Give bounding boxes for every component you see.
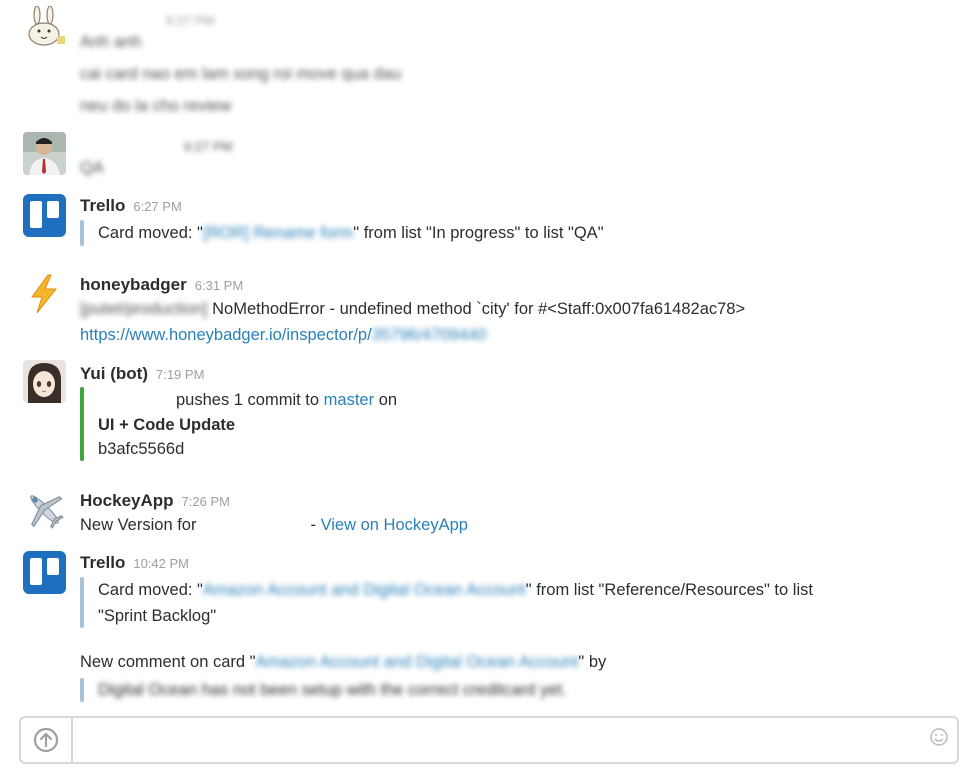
sender-name[interactable]: 6:27 PM <box>80 136 232 156</box>
inspector-link[interactable]: https://www.honeybadger.io/inspector/p/ <box>80 326 372 344</box>
sender-name[interactable]: 6:27 PM <box>80 10 214 30</box>
timestamp[interactable]: 6:31 PM <box>195 278 243 293</box>
comment-header: New comment on card "Amazon Account and … <box>80 653 607 671</box>
timestamp[interactable]: 6:27 PM <box>166 13 214 28</box>
message-text: New Version for - View on HockeyApp <box>80 516 468 534</box>
message-input[interactable] <box>75 724 929 758</box>
inspector-link-line[interactable]: https://www.honeybadger.io/inspector/p/3… <box>80 326 486 345</box>
upload-button[interactable] <box>21 718 73 762</box>
commit-title: UI + Code Update <box>98 416 236 434</box>
sender-name[interactable]: Trello 10:42 PM <box>80 553 189 573</box>
airplane-icon[interactable] <box>23 488 66 531</box>
anime-avatar[interactable] <box>23 360 66 403</box>
sender-name[interactable]: Trello 6:27 PM <box>80 196 182 216</box>
error-text: NoMethodError - undefined method `city' … <box>212 300 746 318</box>
card-link[interactable]: [ROR] Rename form <box>203 224 353 242</box>
attachment-text: Card moved: "Amazon Account and Digital … <box>98 581 813 599</box>
message-text: neu do la cho review <box>80 97 232 115</box>
card-link[interactable]: Amazon Account and Digital Ocean Account <box>256 653 579 671</box>
commit-line: pushes 1 commit to master on <box>176 391 398 409</box>
commit-hash-link[interactable]: b3afc5566d <box>98 440 184 459</box>
timestamp[interactable]: 7:19 PM <box>156 367 204 382</box>
github-attachment-bar <box>80 387 84 461</box>
sender-name[interactable]: HockeyApp 7:26 PM <box>80 491 230 511</box>
comment-quote: Digital Ocean has not been setup with th… <box>98 681 567 699</box>
attachment-text-line2: "Sprint Backlog" <box>98 607 217 625</box>
hockeyapp-link[interactable]: View on HockeyApp <box>321 516 468 534</box>
error-line: [putet/production] NoMethodError - undef… <box>80 300 745 319</box>
lightning-icon[interactable] <box>23 272 66 315</box>
attachment-text: Card moved: "[ROR] Rename form" from lis… <box>98 224 604 242</box>
sender-name[interactable]: Yui (bot) 7:19 PM <box>80 364 204 384</box>
emoji-icon <box>930 728 948 746</box>
upload-icon <box>33 727 59 753</box>
branch-link[interactable]: master <box>324 391 374 409</box>
timestamp[interactable]: 10:42 PM <box>133 556 189 571</box>
timestamp[interactable]: 7:26 PM <box>182 494 230 509</box>
message-text: cai card nao em lam xong roi move qua da… <box>80 65 402 83</box>
trello-icon[interactable] <box>23 551 66 594</box>
message-text: Anh anh <box>80 33 142 51</box>
message-text: QA <box>80 159 104 177</box>
person-avatar[interactable] <box>23 132 66 175</box>
message-composer <box>19 716 959 764</box>
timestamp[interactable]: 6:27 PM <box>184 139 232 154</box>
comment-quote-bar <box>80 678 84 702</box>
rabbit-avatar[interactable] <box>23 6 66 49</box>
timestamp[interactable]: 6:27 PM <box>133 199 181 214</box>
emoji-button[interactable] <box>929 727 949 752</box>
card-link[interactable]: Amazon Account and Digital Ocean Account <box>203 581 526 599</box>
trello-icon[interactable] <box>23 194 66 237</box>
inspector-link-id[interactable]: 35796/4709440 <box>372 326 487 344</box>
attachment-bar <box>80 577 84 628</box>
sender-name[interactable]: honeybadger 6:31 PM <box>80 275 243 295</box>
env-tag: [putet/production] <box>80 300 208 318</box>
attachment-bar <box>80 220 84 246</box>
